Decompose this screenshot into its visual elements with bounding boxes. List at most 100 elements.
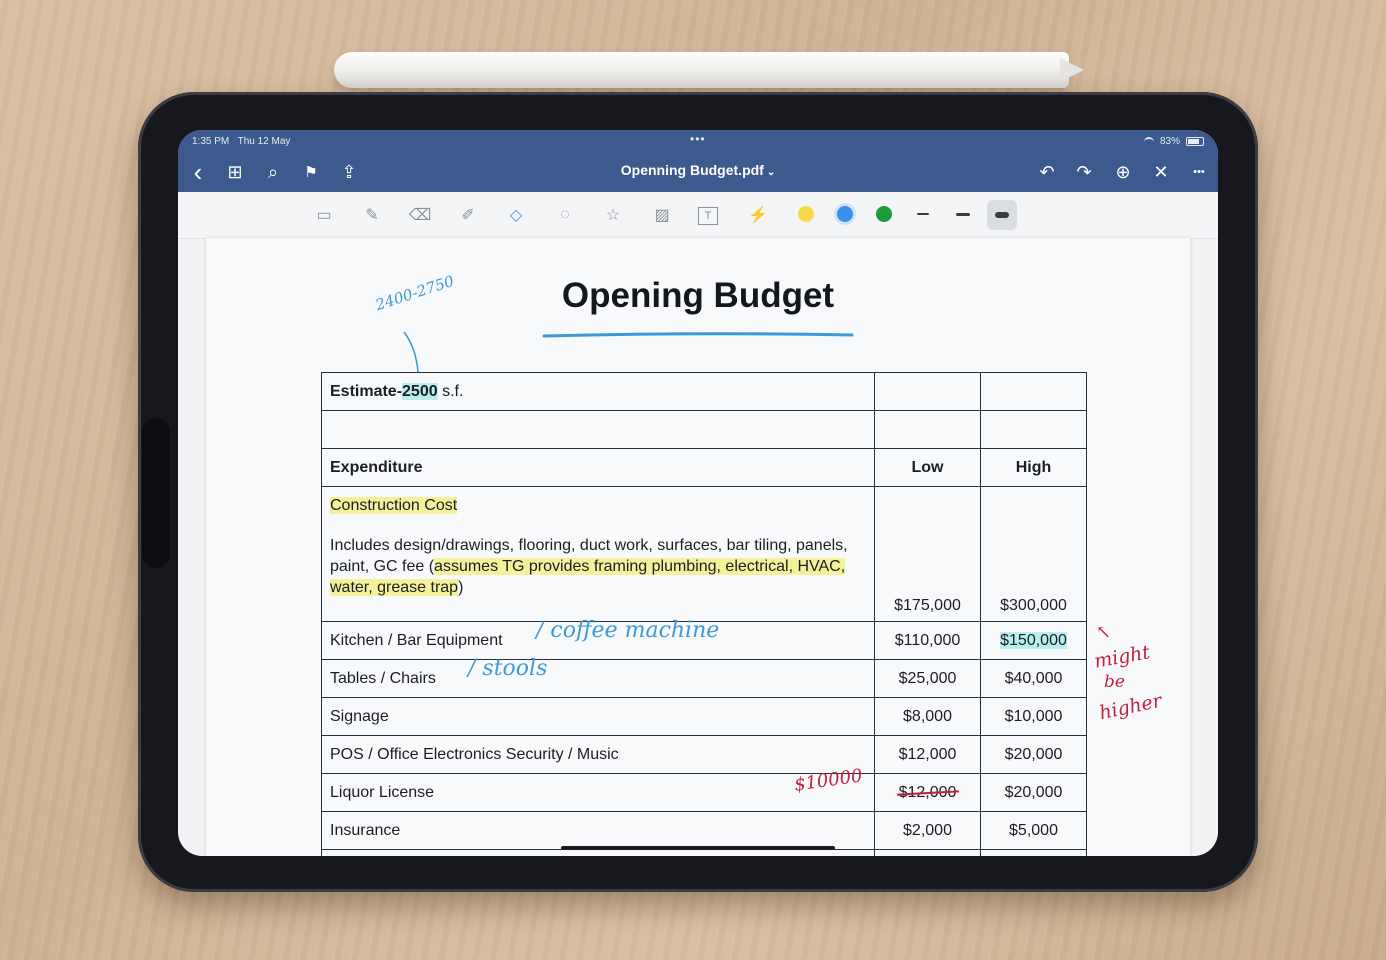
status-indicators: 83% xyxy=(1143,136,1204,147)
pdf-page[interactable]: Opening Budget 2400-2750 Estimate-2500 s… xyxy=(206,238,1190,856)
row-high: $20,000 xyxy=(980,735,1087,774)
battery-percent: 83% xyxy=(1159,136,1180,147)
construction-cell: Construction Cost Includes design/drawin… xyxy=(321,486,875,622)
row-low-struck: $12,000 xyxy=(874,773,981,812)
row-low: $110,000 xyxy=(874,621,981,660)
image-icon[interactable]: ▨ xyxy=(650,203,674,227)
header-low: Low xyxy=(874,448,981,487)
ink-arrow-icon: ↖ xyxy=(1096,622,1112,643)
stroke-thick[interactable] xyxy=(995,212,1009,218)
table-cell xyxy=(980,849,1087,856)
table-row-partial xyxy=(321,849,1087,856)
table-row: Estimate-2500 s.f. xyxy=(321,372,1087,411)
status-time-text: 1:35 PM xyxy=(192,136,230,147)
table-row: Tables / Chairs $25,000 $40,000 xyxy=(321,659,1087,698)
title-underline-stroke xyxy=(542,332,854,338)
sticker-icon[interactable]: ☆ xyxy=(601,203,625,227)
table-cell xyxy=(874,849,981,856)
status-date-text: Thu 12 May xyxy=(237,136,291,147)
row-label: Tables / Chairs xyxy=(321,659,875,698)
ink-pointer-line xyxy=(403,331,419,373)
budget-table: Estimate-2500 s.f. Expenditure Low High … xyxy=(321,372,1087,856)
ipad-screen: 1:35 PM Thu 12 May ••• 83% ‹ ⊞ ⌕ ⚑ ⇪ Ope… xyxy=(178,130,1218,856)
document-title: Openning Budget.pdf xyxy=(620,162,764,178)
page-title: Opening Budget xyxy=(561,276,835,315)
stroke-medium[interactable] xyxy=(956,213,970,216)
row-low: $8,000 xyxy=(874,697,981,736)
undo-icon[interactable]: ↶ xyxy=(1035,160,1059,184)
ink-might-note: might xyxy=(1092,641,1152,673)
redo-icon[interactable]: ↷ xyxy=(1072,160,1096,184)
estimate-cell: Estimate-2500 s.f. xyxy=(321,372,875,411)
table-header-row: Expenditure Low High xyxy=(321,448,1087,487)
row-high: $10,000 xyxy=(980,697,1087,736)
row-label: Signage xyxy=(321,697,875,736)
annotation-toolbar: ▭ ✎ ⌫ ✐ ◇ ◌ ☆ ▨ T ⚡ xyxy=(178,192,1218,239)
construction-high: $300,000 xyxy=(980,486,1087,622)
table-cell xyxy=(874,372,981,411)
row-high: $150,000 xyxy=(980,621,1087,660)
pen-icon[interactable]: ✎ xyxy=(360,203,384,227)
ink-be-note: be xyxy=(1104,672,1125,692)
highlighted-value: $150,000 xyxy=(1000,631,1067,649)
row-label: Liquor License xyxy=(321,773,875,812)
table-cell xyxy=(980,410,1087,449)
text-box-icon[interactable]: T xyxy=(698,207,718,225)
description-end: ) xyxy=(458,579,464,596)
row-high: $5,000 xyxy=(980,811,1087,850)
estimate-label: Estimate- xyxy=(330,382,403,400)
row-label: POS / Office Electronics Security / Musi… xyxy=(321,735,875,774)
battery-icon xyxy=(1186,137,1204,146)
table-row: Liquor License $12,000 $20,000 xyxy=(321,773,1087,812)
color-swatch-yellow[interactable] xyxy=(798,206,814,222)
construction-low: $175,000 xyxy=(874,486,981,622)
ink-coffee-note: / coffee machine xyxy=(536,618,720,643)
table-row xyxy=(321,410,1087,449)
row-label: Insurance xyxy=(321,811,875,850)
color-swatch-green[interactable] xyxy=(876,206,892,222)
row-high: $40,000 xyxy=(980,659,1087,698)
laser-pointer-icon[interactable]: ⚡ xyxy=(746,203,770,227)
table-row: Insurance $2,000 $5,000 xyxy=(321,811,1087,850)
document-title-button[interactable]: Openning Budget.pdf ⌄ xyxy=(178,162,1218,178)
table-row: Signage $8,000 $10,000 xyxy=(321,697,1087,736)
camera-bump xyxy=(142,418,170,568)
lasso-icon[interactable]: ◌ xyxy=(553,203,577,227)
multitasking-dots[interactable]: ••• xyxy=(690,132,706,146)
ink-stools-note: / stools xyxy=(468,656,548,681)
row-low: $2,000 xyxy=(874,811,981,850)
stroke-thin[interactable] xyxy=(917,213,929,215)
status-time: 1:35 PM Thu 12 May xyxy=(192,136,290,147)
table-cell xyxy=(321,410,875,449)
home-indicator[interactable] xyxy=(561,846,835,850)
read-mode-icon[interactable]: ▭ xyxy=(312,203,336,227)
close-icon[interactable]: ✕ xyxy=(1149,160,1173,184)
header-high: High xyxy=(980,448,1087,487)
row-low: $25,000 xyxy=(874,659,981,698)
color-swatch-blue[interactable] xyxy=(837,206,853,222)
pencil-tip xyxy=(1060,58,1084,82)
apple-pencil xyxy=(334,52,1069,88)
ink-higher-note: higher xyxy=(1097,689,1164,725)
table-row: POS / Office Electronics Security / Musi… xyxy=(321,735,1087,774)
navigation-bar: 1:35 PM Thu 12 May ••• 83% ‹ ⊞ ⌕ ⚑ ⇪ Ope… xyxy=(178,130,1218,192)
row-high: $20,000 xyxy=(980,773,1087,812)
chevron-down-icon: ⌄ xyxy=(766,167,776,178)
shapes-icon[interactable]: ◇ xyxy=(504,203,528,227)
row-low: $12,000 xyxy=(874,735,981,774)
table-row: Construction Cost Includes design/drawin… xyxy=(321,486,1087,622)
estimate-value: 2500 xyxy=(402,382,438,400)
add-page-icon[interactable]: ⊕ xyxy=(1111,160,1135,184)
construction-label: Construction Cost xyxy=(330,497,458,514)
construction-description: Includes design/drawings, flooring, duct… xyxy=(330,535,866,598)
more-icon[interactable]: ••• xyxy=(1187,160,1211,184)
wifi-icon xyxy=(1143,137,1154,146)
table-cell xyxy=(874,410,981,449)
estimate-unit: s.f. xyxy=(437,382,464,400)
highlighter-icon[interactable]: ✐ xyxy=(456,203,480,227)
table-cell xyxy=(980,372,1087,411)
header-expenditure: Expenditure xyxy=(321,448,875,487)
eraser-icon[interactable]: ⌫ xyxy=(408,203,432,227)
struck-value: $12,000 xyxy=(896,784,959,801)
table-cell xyxy=(321,849,875,856)
